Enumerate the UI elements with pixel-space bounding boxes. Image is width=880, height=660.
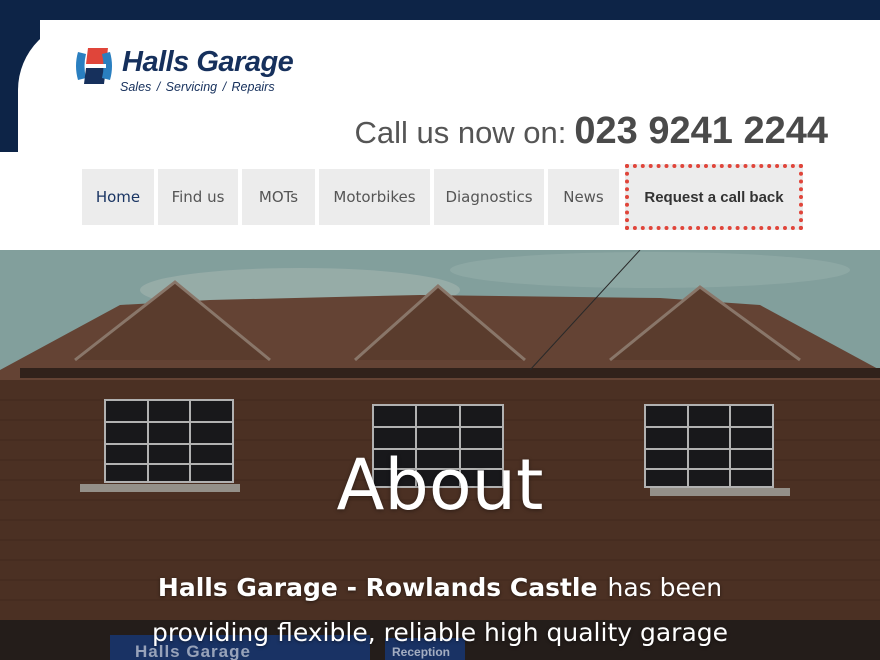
reception-sign: Reception [392, 645, 451, 659]
top-band [0, 0, 880, 20]
phone-line: Call us now on: 023 9241 2244 [354, 110, 828, 153]
nav-item-find-us[interactable]: Find us [158, 169, 238, 225]
nav-item-home[interactable]: Home [82, 169, 154, 225]
phone-number-link[interactable]: 023 9241 2244 [574, 110, 828, 153]
hero-intro-rest: has been [607, 573, 723, 602]
nav-item-mots[interactable]: MOTs [242, 169, 315, 225]
brand-name: Halls Garage [122, 46, 294, 78]
nav-item-news[interactable]: News [548, 169, 619, 225]
building-sign: Halls Garage [135, 642, 251, 660]
request-callback-button[interactable]: Request a call back [625, 164, 803, 230]
nav-item-diagnostics[interactable]: Diagnostics [434, 169, 544, 225]
hero-intro-line-2: providing flexible, reliable high qualit… [151, 618, 729, 647]
hero-intro-bold: Halls Garage - Rowlands Castle [157, 573, 598, 602]
brand-tagline: Sales / Servicing / Repairs [120, 80, 275, 94]
main-nav: Home Find us MOTs Motorbikes Diagnostics… [82, 164, 807, 230]
hero-intro-line-1: Halls Garage - Rowlands Castle has been [0, 573, 880, 602]
page-title: About [336, 444, 544, 526]
nav-item-motorbikes[interactable]: Motorbikes [319, 169, 430, 225]
phone-label: Call us now on: [354, 115, 567, 150]
site-logo[interactable]: Halls Garage Sales / Servicing / Repairs [72, 44, 302, 100]
halls-h-logo-icon [72, 44, 116, 88]
